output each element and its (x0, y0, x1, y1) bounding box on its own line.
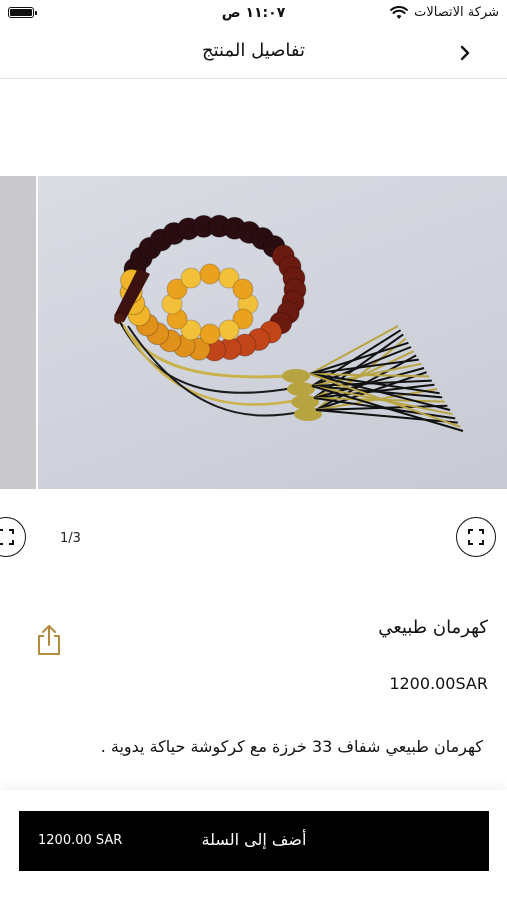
bead (199, 323, 221, 345)
image-counter: 1/3 (60, 531, 81, 546)
product-name: كهرمان طبيعي (378, 617, 488, 638)
previous-image-peek[interactable] (0, 176, 36, 489)
chevron-right-icon (460, 45, 470, 61)
bottom-bar: أضف إلى السلة 1200.00 SAR (0, 790, 507, 900)
product-image-gallery[interactable] (0, 176, 507, 489)
expand-icon (0, 529, 14, 545)
product-image[interactable] (38, 176, 507, 489)
fullscreen-button-left[interactable] (0, 517, 26, 557)
cart-price: 1200.00 SAR (38, 833, 123, 848)
status-bar: ١١:٠٧ ص شركة الاتصالات (0, 0, 507, 28)
share-button[interactable] (35, 624, 63, 656)
wifi-icon (390, 5, 409, 19)
expand-icon (468, 529, 484, 545)
prayer-beads-image (114, 214, 464, 432)
product-price: 1200.00SAR (389, 674, 488, 693)
back-button[interactable] (452, 40, 478, 66)
share-icon (38, 625, 60, 655)
page-title: تفاصيل المنتج (201, 40, 306, 61)
carrier-name: شركة الاتصالات (414, 5, 499, 20)
bead (218, 319, 240, 341)
product-description: كهرمان طبيعي شفاف 33 خرزة مع كركوشة حياك… (100, 737, 483, 756)
carrier-info: شركة الاتصالات (390, 5, 499, 20)
bead (180, 267, 202, 289)
add-to-cart-button[interactable]: أضف إلى السلة 1200.00 SAR (19, 811, 489, 871)
fullscreen-button[interactable] (456, 517, 496, 557)
bead (199, 263, 221, 285)
bead (232, 278, 254, 300)
nav-bar: تفاصيل المنتج (0, 28, 507, 79)
